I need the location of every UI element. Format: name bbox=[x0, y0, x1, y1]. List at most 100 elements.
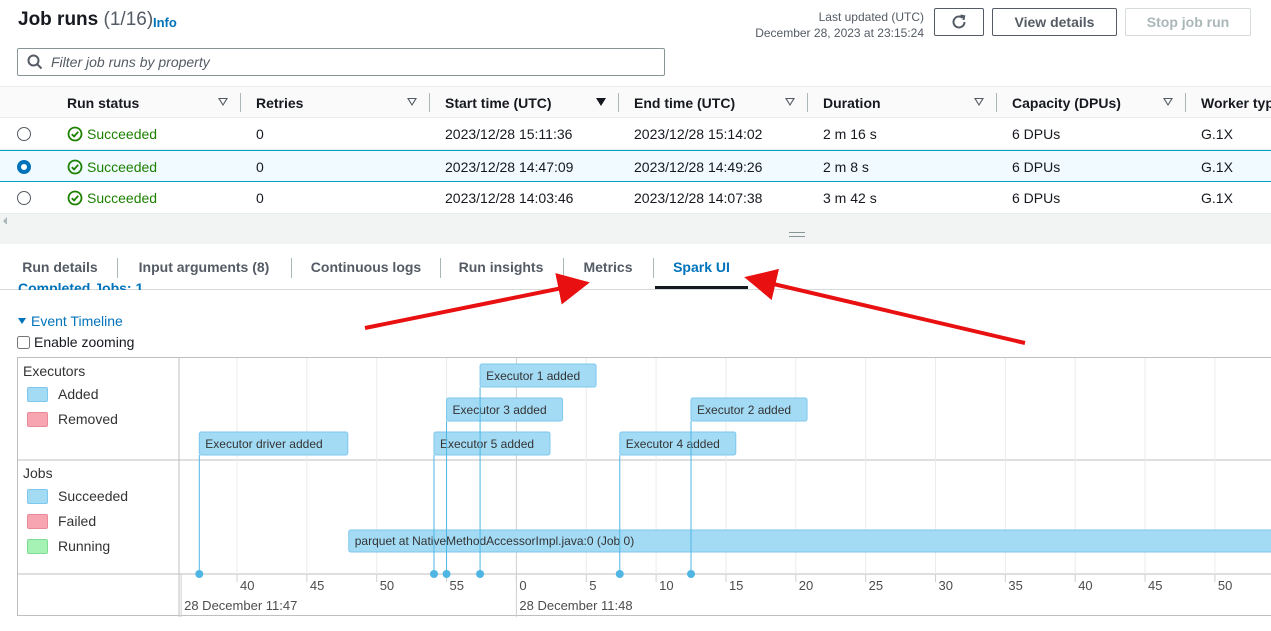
drag-handle-icon[interactable] bbox=[789, 232, 805, 237]
event-dot bbox=[615, 570, 624, 578]
search-icon bbox=[27, 54, 43, 70]
status-text: Succeeded bbox=[87, 125, 158, 142]
tab-metrics[interactable]: Metrics bbox=[578, 244, 638, 289]
tab-run-insights[interactable]: Run insights bbox=[455, 244, 547, 289]
event-label: Executor 3 added bbox=[453, 403, 547, 417]
event-label: Executor 1 added bbox=[486, 369, 580, 383]
column-label: Retries bbox=[256, 94, 304, 111]
event-timeline: Executors Added Removed Jobs Succeeded F… bbox=[17, 357, 1271, 617]
event-dot bbox=[429, 570, 438, 578]
column-capacity[interactable]: Capacity (DPUs) bbox=[1012, 87, 1185, 118]
column-label: Start time (UTC) bbox=[445, 94, 552, 111]
refresh-icon bbox=[952, 14, 966, 29]
filter-input[interactable] bbox=[51, 54, 651, 70]
column-divider bbox=[429, 93, 430, 112]
column-divider bbox=[240, 93, 241, 112]
last-updated-label: Last updated (UTC) bbox=[818, 10, 924, 24]
enable-zooming-checkbox[interactable] bbox=[17, 335, 30, 349]
event-label: Executor driver added bbox=[205, 437, 322, 451]
sort-icon[interactable] bbox=[1163, 98, 1173, 106]
axis-tick-label: 0 bbox=[519, 578, 526, 593]
start-cell: 2023/12/28 14:03:46 bbox=[445, 189, 574, 206]
worker-cell: G.1X bbox=[1201, 189, 1233, 206]
retries-cell: 0 bbox=[256, 125, 264, 142]
tab-continuous-logs[interactable]: Continuous logs bbox=[307, 244, 425, 289]
column-divider bbox=[807, 93, 808, 112]
event-timeline-label: Event Timeline bbox=[31, 313, 123, 329]
event-label: Executor 2 added bbox=[697, 403, 791, 417]
duration-cell: 3 m 42 s bbox=[823, 189, 877, 206]
success-check-icon bbox=[67, 159, 83, 174]
timeline-canvas: 40 45 50 55 0 5 10 15 20 25 30 35 40 45 50 28 December … bbox=[18, 358, 1271, 617]
retries-cell: 0 bbox=[256, 158, 264, 175]
table-header: Run status Retries Start time (UTC) End … bbox=[0, 86, 1271, 118]
axis-tick-label: 50 bbox=[380, 578, 394, 593]
event-timeline-toggle[interactable]: Event Timeline bbox=[18, 313, 123, 329]
title-count: (1/16) bbox=[103, 9, 154, 30]
event-label: Executor 5 added bbox=[440, 437, 534, 451]
end-cell: 2023/12/28 15:14:02 bbox=[634, 125, 763, 142]
start-cell: 2023/12/28 14:47:09 bbox=[445, 158, 574, 175]
sort-desc-icon[interactable] bbox=[596, 98, 606, 106]
column-label: End time (UTC) bbox=[634, 94, 736, 111]
table-row[interactable]: Succeeded 0 2023/12/28 15:11:36 2023/12/28 … bbox=[0, 118, 1271, 150]
caret-down-icon bbox=[18, 318, 26, 324]
sort-icon[interactable] bbox=[218, 98, 228, 106]
completed-jobs-heading: Completed Jobs: 1 bbox=[18, 280, 144, 290]
sort-icon[interactable] bbox=[974, 98, 984, 106]
axis-tick-label: 5 bbox=[589, 578, 596, 593]
axis-tick-label: 35 bbox=[1008, 578, 1022, 593]
axis-tick-label: 55 bbox=[450, 578, 464, 593]
sort-icon[interactable] bbox=[407, 98, 417, 106]
tab-divider bbox=[563, 258, 564, 278]
split-panel-divider[interactable] bbox=[0, 224, 1271, 244]
tab-divider bbox=[653, 258, 654, 278]
job-runs-table: Run status Retries Start time (UTC) End … bbox=[0, 86, 1271, 228]
success-check-icon bbox=[67, 190, 83, 205]
table-row[interactable]: Succeeded 0 2023/12/28 14:47:09 2023/12/28 … bbox=[0, 150, 1271, 182]
filter-box[interactable] bbox=[17, 48, 665, 76]
column-worker-type[interactable]: Worker typ bbox=[1201, 87, 1271, 118]
column-start-time[interactable]: Start time (UTC) bbox=[445, 87, 618, 118]
duration-cell: 2 m 8 s bbox=[823, 158, 869, 175]
view-details-button[interactable]: View details bbox=[992, 8, 1117, 36]
event-label: Executor 4 added bbox=[626, 437, 720, 451]
column-divider bbox=[1185, 93, 1186, 112]
event-dot bbox=[195, 570, 204, 578]
refresh-button[interactable] bbox=[934, 8, 984, 36]
capacity-cell: 6 DPUs bbox=[1012, 158, 1061, 175]
status-text: Succeeded bbox=[87, 158, 158, 175]
arrow-to-metrics bbox=[364, 273, 590, 330]
tab-divider bbox=[291, 258, 292, 278]
job-runs-header: Job runs (1/16) Info Last updated (UTC) … bbox=[0, 0, 1271, 86]
row-select-radio[interactable] bbox=[17, 191, 31, 205]
tab-spark-ui[interactable]: Spark UI bbox=[655, 244, 748, 289]
end-cell: 2023/12/28 14:49:26 bbox=[634, 158, 763, 175]
tab-input-arguments[interactable]: Input arguments (8) bbox=[133, 244, 275, 289]
info-link[interactable]: Info bbox=[153, 15, 177, 30]
capacity-cell: 6 DPUs bbox=[1012, 189, 1061, 206]
event-dot bbox=[476, 570, 485, 578]
enable-zooming[interactable]: Enable zooming bbox=[17, 334, 134, 350]
column-run-status[interactable]: Run status bbox=[67, 87, 240, 118]
axis-tick-label: 25 bbox=[869, 578, 883, 593]
page-title: Job runs (1/16) bbox=[18, 9, 153, 31]
last-updated-value: December 28, 2023 at 23:15:24 bbox=[755, 26, 924, 40]
column-end-time[interactable]: End time (UTC) bbox=[634, 87, 807, 118]
column-retries[interactable]: Retries bbox=[256, 87, 429, 118]
worker-cell: G.1X bbox=[1201, 125, 1233, 142]
column-duration[interactable]: Duration bbox=[823, 87, 996, 118]
stop-job-run-button[interactable]: Stop job run bbox=[1125, 8, 1251, 36]
axis-tick-label: 40 bbox=[240, 578, 254, 593]
column-label: Run status bbox=[67, 94, 140, 111]
status-cell: Succeeded bbox=[67, 118, 157, 149]
row-select-radio[interactable] bbox=[17, 160, 31, 174]
axis-tick-label: 20 bbox=[799, 578, 813, 593]
sort-icon[interactable] bbox=[785, 98, 795, 106]
column-divider bbox=[996, 93, 997, 112]
row-select-radio[interactable] bbox=[17, 127, 31, 141]
table-row[interactable]: Succeeded 0 2023/12/28 14:03:46 2023/12/28 … bbox=[0, 182, 1271, 214]
title-text: Job runs bbox=[18, 9, 99, 30]
end-cell: 2023/12/28 14:07:38 bbox=[634, 189, 763, 206]
detail-tabs: Run details Input arguments (8) Continuo… bbox=[0, 244, 1271, 290]
